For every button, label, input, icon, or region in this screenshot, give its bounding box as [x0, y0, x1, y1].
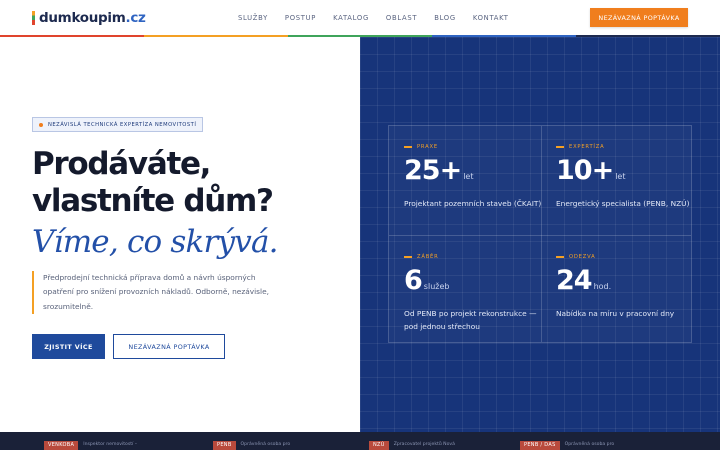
grid-divider: [389, 235, 691, 236]
stat-value: 10+ let: [556, 156, 696, 192]
logo-tld: .cz: [125, 10, 146, 26]
stat-desc: Projektant pozemních staveb (ČKAIT): [404, 199, 542, 208]
stat-unit: let: [615, 172, 626, 181]
credential-item: NZÚ Zpracovatel projektů Nová: [369, 441, 455, 450]
stat-odezva: ODEZVA 24 hod. Nabídka na míru v pracovní…: [556, 254, 696, 321]
stat-label: PRAXE: [404, 144, 544, 150]
credential-text: Zpracovatel projektů Nová: [393, 442, 455, 447]
stat-number: 10+: [556, 155, 614, 186]
nav-item-kontakt[interactable]: KONTAKT: [473, 14, 509, 22]
logo-mark-icon: [32, 11, 35, 25]
nav-item-blog[interactable]: BLOG: [434, 14, 456, 22]
stat-label: EXPERTÍZA: [556, 144, 696, 150]
hero-title-italic: Víme, co skrývá.: [32, 224, 279, 260]
nav-item-katalog[interactable]: KATALOG: [333, 14, 369, 22]
stat-desc: Energetický specialista (PENB, NZÚ): [556, 199, 690, 208]
logo-main: dumkoupim: [39, 10, 126, 26]
dash-icon: [556, 146, 564, 148]
stat-praxe: PRAXE 25+ let Projektant pozemních staveb…: [404, 144, 544, 211]
learn-more-button[interactable]: ZJISTIT VÍCE: [32, 334, 105, 359]
dash-icon: [556, 256, 564, 258]
nav-item-postup[interactable]: POSTUP: [285, 14, 316, 22]
credential-item: VENKOBA Inspektor nemovitostí –: [44, 441, 137, 450]
stat-label-text: ODEZVA: [569, 254, 596, 260]
stat-label-text: EXPERTÍZA: [569, 144, 605, 150]
credential-tag: PENB / DAS: [520, 441, 560, 450]
stat-label: ODEZVA: [556, 254, 696, 260]
stat-unit: hod.: [593, 282, 612, 291]
credential-item: PENB Oprávněná osoba pro: [213, 441, 290, 450]
page: dumkoupim.cz SLUŽBY POSTUP KATALOG OBLAS…: [0, 0, 720, 450]
credentials-strip: VENKOBA Inspektor nemovitostí – PENB Opr…: [0, 432, 720, 450]
credential-item: PENB / DAS Oprávněná osoba pro: [520, 441, 614, 450]
credential-text: Inspektor nemovitostí –: [83, 442, 138, 447]
inquiry-button[interactable]: NEZÁVAZNÁ POPTÁVKA: [113, 334, 225, 359]
dash-icon: [404, 256, 412, 258]
dash-icon: [404, 146, 412, 148]
nav-item-sluzby[interactable]: SLUŽBY: [238, 14, 268, 22]
stat-value: 25+ let: [404, 156, 544, 192]
stats-grid: PRAXE 25+ let Projektant pozemních staveb…: [388, 125, 692, 343]
credential-tag: NZÚ: [369, 441, 389, 450]
main-nav: SLUŽBY POSTUP KATALOG OBLAST BLOG KONTAK…: [238, 14, 526, 22]
logo-text: dumkoupim.cz: [39, 10, 146, 26]
stat-desc: Nabídka na míru v pracovní dny: [556, 309, 675, 318]
stat-number: 25+: [404, 155, 462, 186]
badge-text: NEZÁVISLÁ TECHNICKÁ EXPERTÍZA NEMOVITOST…: [48, 121, 197, 128]
stat-zaber: ZÁBĚR 6 služeb Od PENB po projekt rekonst…: [404, 254, 544, 333]
stat-unit: let: [463, 172, 474, 181]
hero-title-line1: Prodáváte,: [32, 146, 211, 182]
credential-text: Oprávněná osoba pro: [564, 442, 615, 447]
stat-value: 6 služeb: [404, 266, 544, 302]
nav-item-oblast[interactable]: OBLAST: [386, 14, 417, 22]
stat-expertiza: EXPERTÍZA 10+ let Energetický specialista…: [556, 144, 696, 211]
logo[interactable]: dumkoupim.cz: [32, 10, 146, 26]
hero-lead: Předprodejní technická příprava domů a n…: [32, 271, 272, 314]
stat-label: ZÁBĚR: [404, 254, 544, 260]
hero-title-line2: vlastníte dům?: [32, 183, 274, 219]
stat-unit: služeb: [423, 282, 450, 291]
badge-dot-icon: [39, 122, 43, 127]
header-inquiry-button[interactable]: NEZÁVAZNÁ POPTÁVKA: [590, 8, 688, 27]
stat-desc: Od PENB po projekt rekonstrukce — pod je…: [404, 309, 537, 331]
stat-number: 24: [556, 265, 593, 296]
stat-label-text: ZÁBĚR: [417, 254, 439, 260]
credential-tag: VENKOBA: [44, 441, 79, 450]
hero-badge: NEZÁVISLÁ TECHNICKÁ EXPERTÍZA NEMOVITOST…: [32, 117, 204, 132]
stat-value: 24 hod.: [556, 266, 696, 302]
credential-text: Oprávněná osoba pro: [240, 442, 291, 447]
site-header: dumkoupim.cz SLUŽBY POSTUP KATALOG OBLAS…: [0, 0, 720, 35]
credential-tag: PENB: [213, 441, 236, 450]
hero-title: Prodáváte, vlastníte dům?: [32, 146, 274, 220]
stat-label-text: PRAXE: [417, 144, 438, 150]
stat-number: 6: [404, 265, 423, 296]
